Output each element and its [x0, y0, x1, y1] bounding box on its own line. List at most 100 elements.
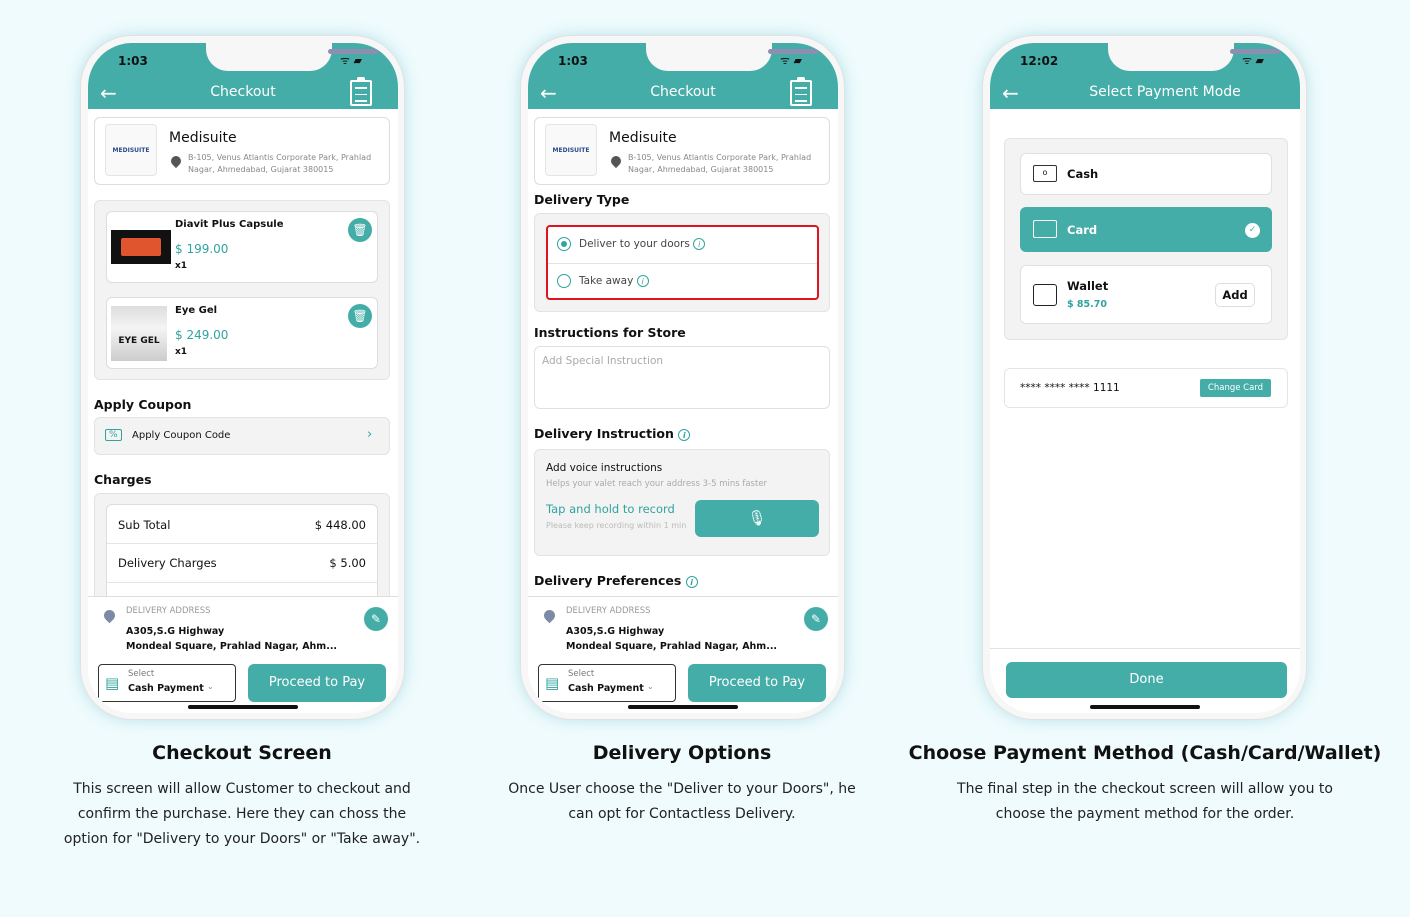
coupon-label: Apply Coupon Code — [132, 430, 231, 441]
phone-delivery: 1:03 ᯤ ▰ ← Checkout MEDISUITE Medisuite … — [520, 35, 845, 720]
caption-body: This screen will allow Customer to check… — [63, 781, 421, 847]
home-indicator — [628, 705, 738, 709]
section-heading: Apply Coupon — [94, 397, 192, 412]
store-name: Medisuite — [609, 130, 677, 146]
option-label: Card — [1067, 223, 1098, 237]
proceed-to-pay-button[interactable]: Proceed to Pay — [248, 664, 386, 702]
section-heading: Charges — [94, 472, 152, 487]
section-heading: Delivery Instruction — [534, 426, 674, 441]
info-icon[interactable]: i — [685, 575, 698, 588]
address-label: DELIVERY ADDRESS — [126, 606, 211, 616]
info-icon[interactable]: i — [678, 428, 691, 441]
edit-pencil-icon[interactable]: ✎ — [804, 607, 828, 631]
wallet-balance: $ 85.70 — [1067, 299, 1107, 310]
status-time: 12:02 — [1020, 54, 1059, 68]
microphone-record-button[interactable]: 🎙 — [695, 500, 819, 537]
phone-payment: 12:02 ᯤ ▰ ← Select Payment Mode o Cash C… — [982, 35, 1307, 720]
wallet-icon — [1033, 284, 1057, 306]
caption-title: Checkout Screen — [152, 742, 332, 764]
wifi-battery-icon: ᯤ ▰ — [1242, 54, 1264, 67]
add-wallet-button[interactable]: Add — [1215, 283, 1255, 307]
option-label: Take away — [579, 275, 634, 287]
done-button[interactable]: Done — [1006, 662, 1287, 698]
checkout-bottom-bar: DELIVERY ADDRESS A305,S.G Highway Mondea… — [528, 596, 838, 713]
address-line2: Mondeal Square, Prahlad Nagar, Ahm... — [126, 641, 338, 652]
select-value: Cash Payment — [568, 683, 644, 694]
section-heading: Delivery Preferences — [534, 573, 682, 588]
item-qty: x1 — [175, 261, 188, 271]
header: 12:02 ᯤ ▰ ← Select Payment Mode — [990, 43, 1300, 109]
voice-title: Add voice instructions — [546, 462, 663, 474]
header: 1:03 ᯤ ▰ ← Checkout — [88, 43, 398, 109]
product-image — [111, 230, 171, 264]
select-value: Cash Payment — [128, 683, 204, 694]
card-icon — [1033, 220, 1057, 238]
select-payment-dropdown[interactable]: ▤ Select Cash Payment ⌄ — [538, 664, 676, 702]
card-number: **** **** **** 1111 — [1020, 382, 1120, 394]
cash-payment-icon: ▤ — [545, 674, 560, 692]
cart-item: EYE GEL Eye Gel $ 249.00 x1 🗑 — [106, 297, 378, 369]
chevron-down-icon: ⌄ — [647, 682, 654, 691]
section-heading: Instructions for Store — [534, 325, 686, 340]
store-address: B-105, Venus Atlantis Corporate Park, Pr… — [188, 153, 372, 174]
location-pin-icon — [101, 607, 118, 624]
cart-items: Diavit Plus Capsule $ 199.00 x1 🗑 EYE GE… — [94, 200, 390, 380]
record-label: Tap and hold to record — [546, 502, 675, 516]
payment-option-cash[interactable]: o Cash — [1020, 153, 1272, 195]
wifi-battery-icon: ᯤ ▰ — [340, 54, 362, 67]
payment-option-wallet[interactable]: Wallet $ 85.70 Add — [1020, 265, 1272, 324]
select-label: Select — [568, 669, 595, 679]
clipboard-icon[interactable] — [350, 77, 372, 106]
store-card: MEDISUITE Medisuite B-105, Venus Atlanti… — [534, 117, 830, 185]
store-logo: MEDISUITE — [545, 124, 597, 176]
item-qty: x1 — [175, 347, 188, 357]
record-hint: Please keep recording within 1 min — [546, 521, 687, 530]
address-label: DELIVERY ADDRESS — [566, 606, 651, 616]
special-instruction-input[interactable]: Add Special Instruction — [534, 346, 830, 409]
phone-checkout: 1:03 ᯤ ▰ ← Checkout MEDISUITE Medisuite … — [80, 35, 405, 720]
option-take-away[interactable]: Take away i — [548, 264, 817, 300]
wifi-battery-icon: ᯤ ▰ — [780, 54, 802, 67]
status-time: 1:03 — [558, 54, 588, 68]
section-heading: Delivery Type — [534, 192, 630, 207]
trash-icon[interactable]: 🗑 — [348, 218, 372, 242]
voice-instructions: Add voice instructions Helps your valet … — [534, 449, 830, 556]
microphone-icon: 🎙 — [747, 509, 767, 527]
chevron-right-icon: › — [367, 427, 373, 442]
select-payment-dropdown[interactable]: ▤ Select Cash Payment ⌄ — [98, 664, 236, 702]
status-time: 1:03 — [118, 54, 148, 68]
option-label: Wallet — [1067, 279, 1109, 293]
edit-pencil-icon[interactable]: ✎ — [364, 607, 388, 631]
option-deliver-to-doors[interactable]: Deliver to your doors i — [548, 227, 817, 263]
clipboard-icon[interactable] — [790, 77, 812, 106]
coupon-tag-icon: % — [105, 429, 122, 441]
cart-item: Diavit Plus Capsule $ 199.00 x1 🗑 — [106, 211, 378, 283]
cash-icon: o — [1033, 165, 1057, 182]
option-label: Cash — [1067, 167, 1099, 181]
charge-value: $ 5.00 — [329, 556, 366, 570]
voice-subtitle: Helps your valet reach your address 3-5 … — [546, 479, 768, 489]
change-card-button[interactable]: Change Card — [1200, 379, 1271, 397]
caption-body: The final step in the checkout screen wi… — [957, 781, 1333, 822]
page-title: Select Payment Mode — [1089, 84, 1241, 100]
info-icon[interactable]: i — [636, 275, 649, 287]
header: 1:03 ᯤ ▰ ← Checkout — [528, 43, 838, 109]
payment-option-card[interactable]: Card ✓ — [1020, 207, 1272, 252]
item-price: $ 249.00 — [175, 328, 229, 342]
item-name: Diavit Plus Capsule — [175, 219, 284, 230]
apply-coupon-button[interactable]: % Apply Coupon Code › — [94, 417, 390, 455]
delivery-type-group: Deliver to your doors i Take away i — [534, 213, 830, 312]
proceed-to-pay-button[interactable]: Proceed to Pay — [688, 664, 826, 702]
product-image: EYE GEL — [111, 306, 167, 361]
trash-icon[interactable]: 🗑 — [348, 304, 372, 328]
store-logo: MEDISUITE — [105, 124, 157, 176]
charge-label: Delivery Charges — [118, 556, 217, 570]
info-icon[interactable]: i — [693, 238, 706, 250]
caption-title: Delivery Options — [592, 742, 772, 764]
chevron-down-icon: ⌄ — [207, 682, 214, 691]
location-pin-icon — [168, 153, 184, 169]
store-card: MEDISUITE Medisuite B-105, Venus Atlanti… — [94, 117, 390, 185]
address-line1: A305,S.G Highway — [126, 626, 225, 637]
address-line2: Mondeal Square, Prahlad Nagar, Ahm... — [566, 641, 778, 652]
check-icon: ✓ — [1245, 223, 1260, 238]
